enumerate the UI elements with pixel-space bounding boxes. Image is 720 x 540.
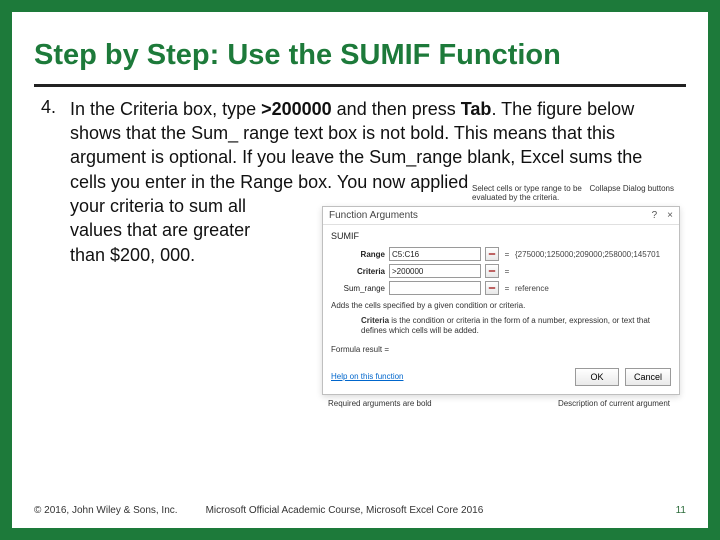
close-icon[interactable]: × bbox=[667, 210, 673, 221]
step-text-pre: In the Criteria box, type bbox=[70, 99, 261, 119]
callout-select-range: Select cells or type range to be evaluat… bbox=[472, 185, 582, 203]
step-bold-tab: Tab bbox=[461, 99, 492, 119]
arg-row-criteria: Criteria = bbox=[331, 264, 671, 278]
cancel-button[interactable]: Cancel bbox=[625, 368, 671, 386]
dialog-body: SUMIF Range = {275000;125000;209000;2580… bbox=[323, 225, 679, 361]
arg-desc-text: is the condition or criteria in the form… bbox=[361, 316, 650, 335]
dialog-titlebar: Function Arguments ? × bbox=[323, 207, 679, 225]
step-short-lines: your criteria to sum all values that are… bbox=[70, 194, 290, 267]
collapse-icon[interactable] bbox=[485, 247, 499, 261]
callout-required-bold: Required arguments are bold bbox=[322, 399, 462, 408]
function-description: Adds the cells specified by a given cond… bbox=[331, 301, 671, 311]
collapse-icon[interactable] bbox=[485, 281, 499, 295]
footer-page: 11 bbox=[676, 505, 686, 516]
step-number: 4. bbox=[34, 97, 56, 267]
collapse-icon[interactable] bbox=[485, 264, 499, 278]
callout-top-left bbox=[322, 185, 472, 203]
dialog-title-text: Function Arguments bbox=[329, 210, 418, 221]
arg-result-range: {275000;125000;209000;258000;145701 bbox=[515, 250, 671, 259]
equals-icon: = bbox=[503, 284, 511, 293]
argument-description: Criteria is the condition or criteria in… bbox=[331, 316, 671, 337]
arg-label-criteria: Criteria bbox=[331, 267, 385, 276]
arg-label-range: Range bbox=[331, 250, 385, 259]
function-name: SUMIF bbox=[331, 231, 671, 241]
step-text-mid: and then press bbox=[332, 99, 461, 119]
help-icon[interactable]: ? bbox=[652, 210, 658, 221]
dialog-footer: Help on this function OK Cancel bbox=[323, 362, 679, 394]
page-title: Step by Step: Use the SUMIF Function bbox=[34, 40, 686, 72]
body: 4. In the Criteria box, type >200000 and… bbox=[12, 87, 708, 505]
arg-desc-label: Criteria bbox=[361, 316, 389, 325]
slide-content: Step by Step: Use the SUMIF Function 4. … bbox=[12, 12, 708, 528]
slide-frame: Step by Step: Use the SUMIF Function 4. … bbox=[0, 0, 720, 540]
description-block: Adds the cells specified by a given cond… bbox=[331, 301, 671, 336]
sumrange-input[interactable] bbox=[389, 281, 481, 295]
equals-icon: = bbox=[503, 250, 511, 259]
callout-arg-description: Description of current argument bbox=[462, 399, 680, 408]
slide-footer: © 2016, John Wiley & Sons, Inc. Microsof… bbox=[12, 505, 708, 528]
equals-icon: = bbox=[503, 267, 511, 276]
dialog-figure: Select cells or type range to be evaluat… bbox=[322, 185, 680, 408]
function-arguments-dialog: Function Arguments ? × SUMIF Range bbox=[322, 206, 680, 394]
ok-button[interactable]: OK bbox=[575, 368, 619, 386]
footer-course: Microsoft Official Academic Course, Micr… bbox=[206, 505, 676, 516]
arg-result-sumrange: reference bbox=[515, 284, 671, 293]
footer-copyright: © 2016, John Wiley & Sons, Inc. bbox=[34, 505, 178, 516]
arg-label-sumrange: Sum_range bbox=[331, 284, 385, 293]
top-callouts: Select cells or type range to be evaluat… bbox=[322, 185, 680, 203]
criteria-input[interactable] bbox=[389, 264, 481, 278]
formula-result-label: Formula result = bbox=[331, 345, 389, 354]
callout-collapse: Collapse Dialog buttons bbox=[582, 185, 680, 203]
arg-row-sumrange: Sum_range = reference bbox=[331, 281, 671, 295]
step-bold-criteria: >200000 bbox=[261, 99, 332, 119]
help-link[interactable]: Help on this function bbox=[331, 372, 404, 381]
formula-result: Formula result = bbox=[331, 345, 671, 354]
title-block: Step by Step: Use the SUMIF Function bbox=[12, 12, 708, 78]
bottom-callouts: Required arguments are bold Description … bbox=[322, 399, 680, 408]
arg-row-range: Range = {275000;125000;209000;258000;145… bbox=[331, 247, 671, 261]
range-input[interactable] bbox=[389, 247, 481, 261]
